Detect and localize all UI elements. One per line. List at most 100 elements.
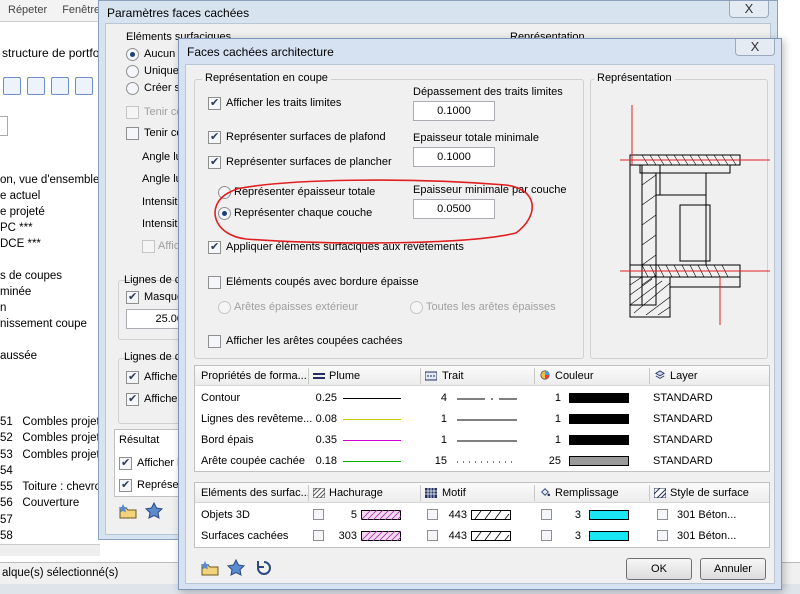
table-row[interactable]: Contour 0.25 4 1 STANDARD bbox=[195, 388, 769, 408]
surface-style-checkbox[interactable] bbox=[657, 509, 668, 520]
tree-item[interactable] bbox=[0, 252, 100, 268]
column-header[interactable]: Plume bbox=[329, 366, 360, 386]
surface-style-checkbox[interactable] bbox=[657, 530, 668, 541]
tree-item[interactable]: e actuel bbox=[0, 188, 100, 204]
checkbox-plafond[interactable] bbox=[208, 130, 221, 144]
column-header[interactable]: Layer bbox=[670, 366, 698, 386]
tree-item[interactable]: DCE *** bbox=[0, 236, 100, 252]
open-favorite-icon[interactable] bbox=[118, 502, 138, 520]
checkbox-label: Représenter surfaces de plafond bbox=[226, 131, 386, 143]
row-name: Arête coupée cachée bbox=[201, 455, 305, 467]
checkbox-traits-limites[interactable] bbox=[208, 96, 221, 110]
color-value: 1 bbox=[554, 392, 561, 404]
checkbox-plancher[interactable] bbox=[208, 155, 221, 169]
save-favorite-icon[interactable] bbox=[226, 559, 246, 577]
tree-item[interactable]: nissement coupe bbox=[0, 316, 100, 332]
column-header[interactable]: Motif bbox=[442, 483, 466, 503]
pen-value: 0.35 bbox=[315, 434, 337, 446]
radio-toutes-aretes[interactable] bbox=[410, 301, 423, 314]
structure-icon[interactable] bbox=[51, 77, 69, 95]
red-highlight-annotation bbox=[214, 179, 533, 244]
line-type-value: 15 bbox=[434, 455, 447, 467]
menu-repeter[interactable]: Répeter bbox=[8, 4, 47, 16]
checkbox-afficher1[interactable] bbox=[126, 370, 139, 384]
pen-sample bbox=[343, 398, 401, 399]
horizontal-scrollbar[interactable] bbox=[0, 544, 100, 556]
checkbox-label: Tenir co bbox=[144, 127, 183, 139]
section-preview-drawing bbox=[620, 105, 770, 325]
tree-item[interactable]: n bbox=[0, 300, 100, 316]
structure-icon[interactable] bbox=[3, 77, 21, 95]
surface-style-value: 301 Béton... bbox=[677, 530, 737, 542]
list-item[interactable]: 57 bbox=[0, 512, 100, 528]
checkbox-tenir2[interactable] bbox=[126, 127, 139, 140]
list-item[interactable]: 53 Combles projet bbox=[0, 447, 100, 463]
checkbox-result-afficher[interactable] bbox=[119, 456, 132, 470]
tree-item[interactable]: e projeté bbox=[0, 204, 100, 220]
cancel-button[interactable]: Annuler bbox=[700, 558, 766, 580]
table-row[interactable]: Arête coupée cachée 0.18 15 25 STANDARD bbox=[195, 451, 769, 471]
radio-aretes-exterieur[interactable] bbox=[218, 301, 231, 314]
tree-item[interactable]: minée bbox=[0, 284, 100, 300]
line-type-sample bbox=[457, 461, 517, 463]
column-header[interactable]: Trait bbox=[442, 366, 464, 386]
menu-fenetre[interactable]: Fenêtre bbox=[62, 4, 100, 16]
palette-field[interactable] bbox=[0, 116, 8, 136]
checkbox-masque[interactable] bbox=[126, 290, 139, 304]
checkbox-affich[interactable] bbox=[142, 240, 155, 253]
radio-creer[interactable] bbox=[126, 82, 139, 95]
row-name: Surfaces cachées bbox=[201, 530, 289, 542]
column-header[interactable]: Style de surface bbox=[670, 483, 749, 503]
tree-item[interactable]: s de coupes bbox=[0, 268, 100, 284]
list-item[interactable]: 52 Combles projet bbox=[0, 430, 100, 446]
table-row[interactable]: Lignes des revêteme... 0.08 1 1 STANDARD bbox=[195, 409, 769, 429]
tree-item[interactable]: PC *** bbox=[0, 220, 100, 236]
column-header[interactable]: Couleur bbox=[555, 366, 594, 386]
table-row[interactable]: Bord épais 0.35 1 1 STANDARD bbox=[195, 430, 769, 450]
reset-icon[interactable] bbox=[254, 559, 274, 577]
list-item[interactable]: 55 Toiture : chevron bbox=[0, 479, 100, 495]
checkbox-result-represent[interactable] bbox=[119, 478, 132, 492]
column-header[interactable]: Propriétés de forma... bbox=[201, 366, 307, 386]
epaisseur-totale-input[interactable]: 0.1000 bbox=[413, 147, 495, 167]
close-button[interactable]: X bbox=[729, 1, 769, 18]
checkbox-afficher2[interactable] bbox=[126, 392, 139, 406]
tree-item[interactable] bbox=[0, 332, 100, 348]
hatching-checkbox[interactable] bbox=[313, 530, 324, 541]
depassement-input[interactable]: 0.1000 bbox=[413, 101, 495, 121]
checkbox-label: Afficher bbox=[144, 371, 182, 383]
radio-uniquement[interactable] bbox=[126, 65, 139, 78]
table-row[interactable]: Objets 3D 5 443 3 301 Béton... bbox=[195, 505, 769, 525]
row-name: Contour bbox=[201, 392, 241, 404]
ok-button[interactable]: OK bbox=[626, 558, 692, 580]
close-button[interactable]: X bbox=[735, 39, 775, 56]
tree-item[interactable]: aussée bbox=[0, 348, 100, 364]
table-row[interactable]: Surfaces cachées 303 443 3 301 Béton... bbox=[195, 526, 769, 546]
save-favorite-icon[interactable] bbox=[144, 502, 164, 520]
column-header[interactable]: Eléments des surfac... bbox=[201, 483, 310, 503]
checkbox-aretes-cachees[interactable] bbox=[208, 335, 221, 348]
column-header[interactable]: Hachurage bbox=[329, 483, 383, 503]
list-item[interactable]: 51 Combles projet bbox=[0, 414, 100, 430]
checkbox-label: Afficher les arêtes coupées cachées bbox=[226, 335, 403, 347]
group-title: Représentation en coupe bbox=[202, 72, 331, 84]
checkbox-bordure[interactable] bbox=[208, 276, 221, 289]
checkbox-tenir1[interactable] bbox=[126, 106, 139, 119]
tree-item[interactable]: on, vue d'ensemble bbox=[0, 172, 100, 188]
row-name: Lignes des revêteme... bbox=[201, 413, 313, 425]
color-value: 1 bbox=[554, 413, 561, 425]
palette-title: structure de portfol bbox=[2, 46, 100, 60]
pattern-icon bbox=[425, 488, 437, 498]
structure-icon[interactable] bbox=[75, 77, 93, 95]
hatching-checkbox[interactable] bbox=[313, 509, 324, 520]
structure-icon[interactable] bbox=[27, 77, 45, 95]
radio-aucun[interactable] bbox=[126, 48, 139, 61]
list-item[interactable]: 54 bbox=[0, 463, 100, 479]
column-header[interactable]: Remplissage bbox=[555, 483, 619, 503]
list-item[interactable]: 56 Couverture bbox=[0, 495, 100, 511]
list-item[interactable]: 58 bbox=[0, 528, 100, 544]
group-title: Lignes de c bbox=[124, 274, 181, 286]
surface-style-value: 301 Béton... bbox=[677, 509, 737, 521]
checkbox-label: Afficher bbox=[144, 393, 182, 405]
open-favorite-icon[interactable] bbox=[200, 559, 220, 577]
